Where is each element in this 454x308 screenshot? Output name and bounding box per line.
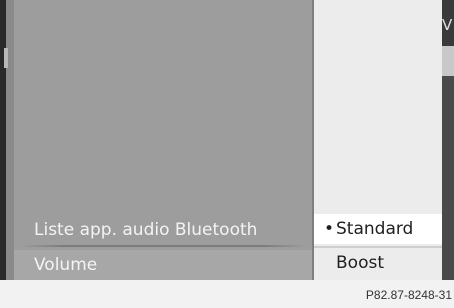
menu-divider: [20, 245, 306, 247]
edge-text-fragment: V: [442, 16, 453, 34]
menu-item-label: Volume: [34, 255, 98, 275]
selected-bullet-icon: •: [324, 219, 335, 239]
option-label: Standard: [336, 219, 414, 239]
menu-item-bluetooth-audio-list[interactable]: Liste app. audio Bluetooth: [14, 216, 312, 244]
right-edge-band: [442, 46, 454, 76]
menu-item-label: Liste app. audio Bluetooth: [34, 220, 258, 240]
head-unit-screen: Liste app. audio Bluetooth Volume • Stan…: [0, 0, 454, 280]
right-edge-strip: V: [442, 0, 454, 280]
menu-item-volume[interactable]: Volume: [14, 250, 312, 280]
figure-reference: P82.87-8248-31: [365, 288, 452, 302]
option-label: Boost: [336, 253, 384, 273]
option-standard[interactable]: • Standard: [314, 214, 442, 244]
left-edge-mark: [4, 48, 8, 68]
volume-options-panel: • Standard Boost: [312, 0, 444, 280]
right-edge-lower: [442, 76, 454, 280]
option-boost[interactable]: Boost: [314, 248, 442, 278]
left-edge-strip: [0, 0, 14, 280]
main-menu-panel: Liste app. audio Bluetooth Volume: [14, 0, 312, 280]
